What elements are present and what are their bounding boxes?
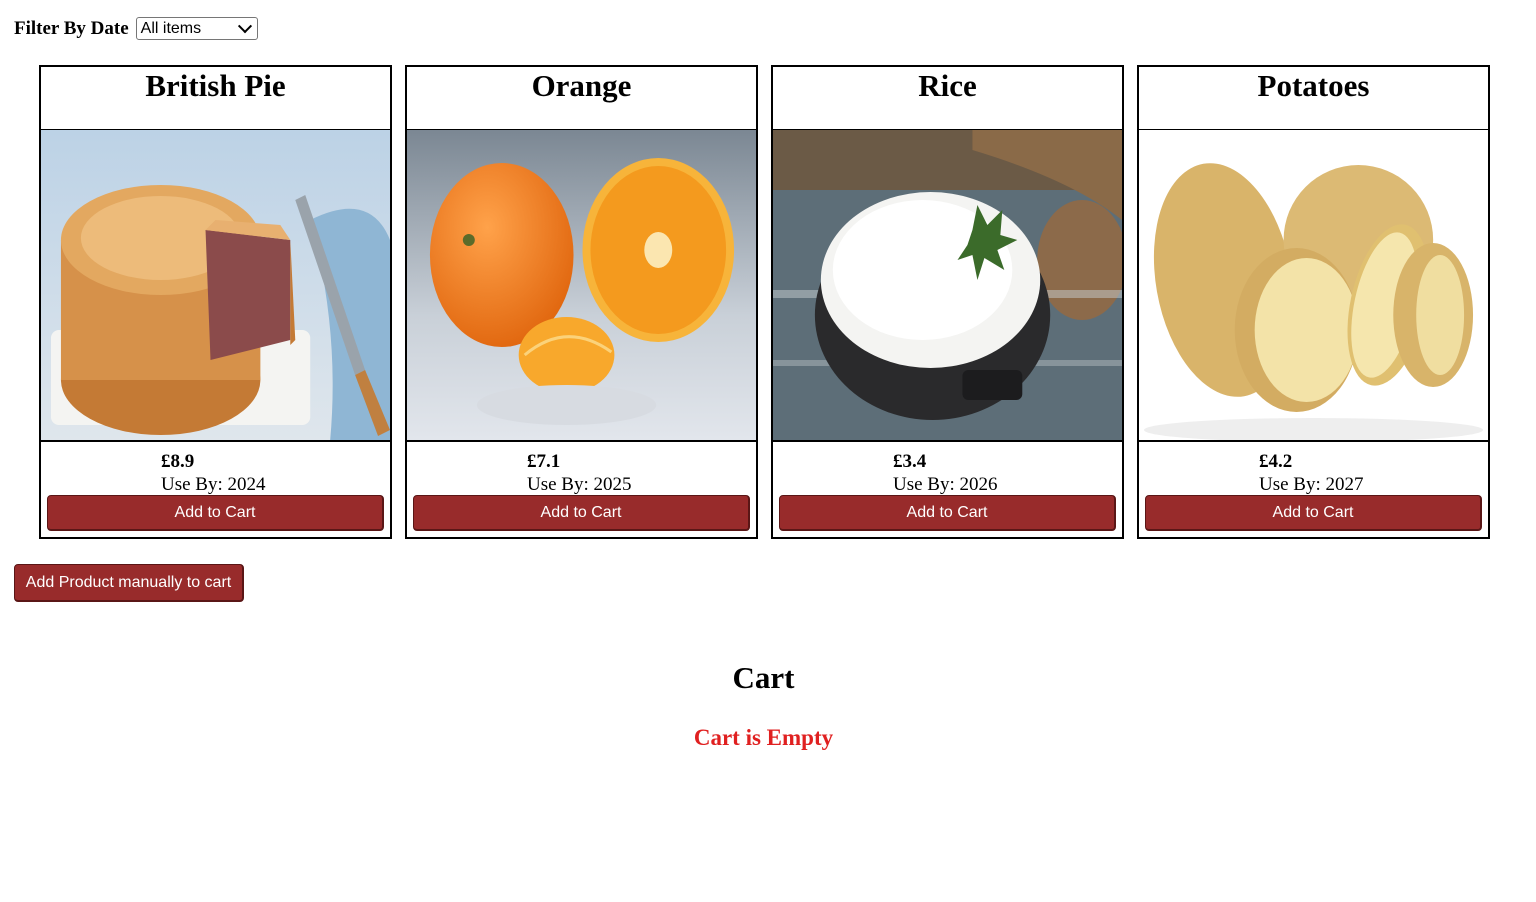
product-use-by: Use By: 2026 <box>893 474 998 495</box>
product-card: British Pie £8.9 Use By: 2024 Add to Car… <box>39 65 392 539</box>
potatoes-image <box>1139 130 1488 442</box>
product-price: £7.1 <box>527 451 561 472</box>
product-price: £4.2 <box>1259 451 1293 472</box>
product-name: Rice <box>773 67 1122 130</box>
product-use-by: Use By: 2025 <box>527 474 632 495</box>
product-name: British Pie <box>41 67 390 130</box>
add-to-cart-button[interactable]: Add to Cart <box>47 495 384 531</box>
product-name: Orange <box>407 67 756 130</box>
add-product-manually-button[interactable]: Add Product manually to cart <box>14 564 244 602</box>
product-name: Potatoes <box>1139 67 1488 130</box>
british-pie-image <box>41 130 390 442</box>
product-card: Orange £7.1 Use By: 2025 Add to Cart <box>405 65 758 539</box>
product-info: £3.4 Use By: 2026 <box>893 450 998 496</box>
cart-status: Cart is Empty <box>693 725 834 750</box>
rice-image <box>773 130 1122 442</box>
product-info: £4.2 Use By: 2027 <box>1259 450 1364 496</box>
cart-title: Cart <box>732 660 795 695</box>
filter-label: Filter By Date <box>14 17 129 39</box>
chevron-down-icon <box>237 18 252 33</box>
product-price: £8.9 <box>161 451 195 472</box>
product-use-by: Use By: 2024 <box>161 474 266 495</box>
add-to-cart-button[interactable]: Add to Cart <box>1145 495 1482 531</box>
add-to-cart-button[interactable]: Add to Cart <box>413 495 750 531</box>
product-price: £3.4 <box>893 451 927 472</box>
product-list: British Pie £8.9 Use By: 2024 Add to Car… <box>39 65 1490 539</box>
product-info: £8.9 Use By: 2024 <box>161 450 266 496</box>
product-card: Potatoes £4.2 Use By: 2027 Add to Cart <box>1137 65 1490 539</box>
orange-image <box>407 130 756 442</box>
filter-bar: Filter By Date All items <box>14 17 258 40</box>
product-card: Rice £3.4 Use By: 2026 Add to Cart <box>771 65 1124 539</box>
product-info: £7.1 Use By: 2025 <box>527 450 632 496</box>
add-to-cart-button[interactable]: Add to Cart <box>779 495 1116 531</box>
product-use-by: Use By: 2027 <box>1259 474 1364 495</box>
date-filter-select[interactable]: All items <box>135 17 258 40</box>
date-filter-value: All items <box>140 19 202 37</box>
